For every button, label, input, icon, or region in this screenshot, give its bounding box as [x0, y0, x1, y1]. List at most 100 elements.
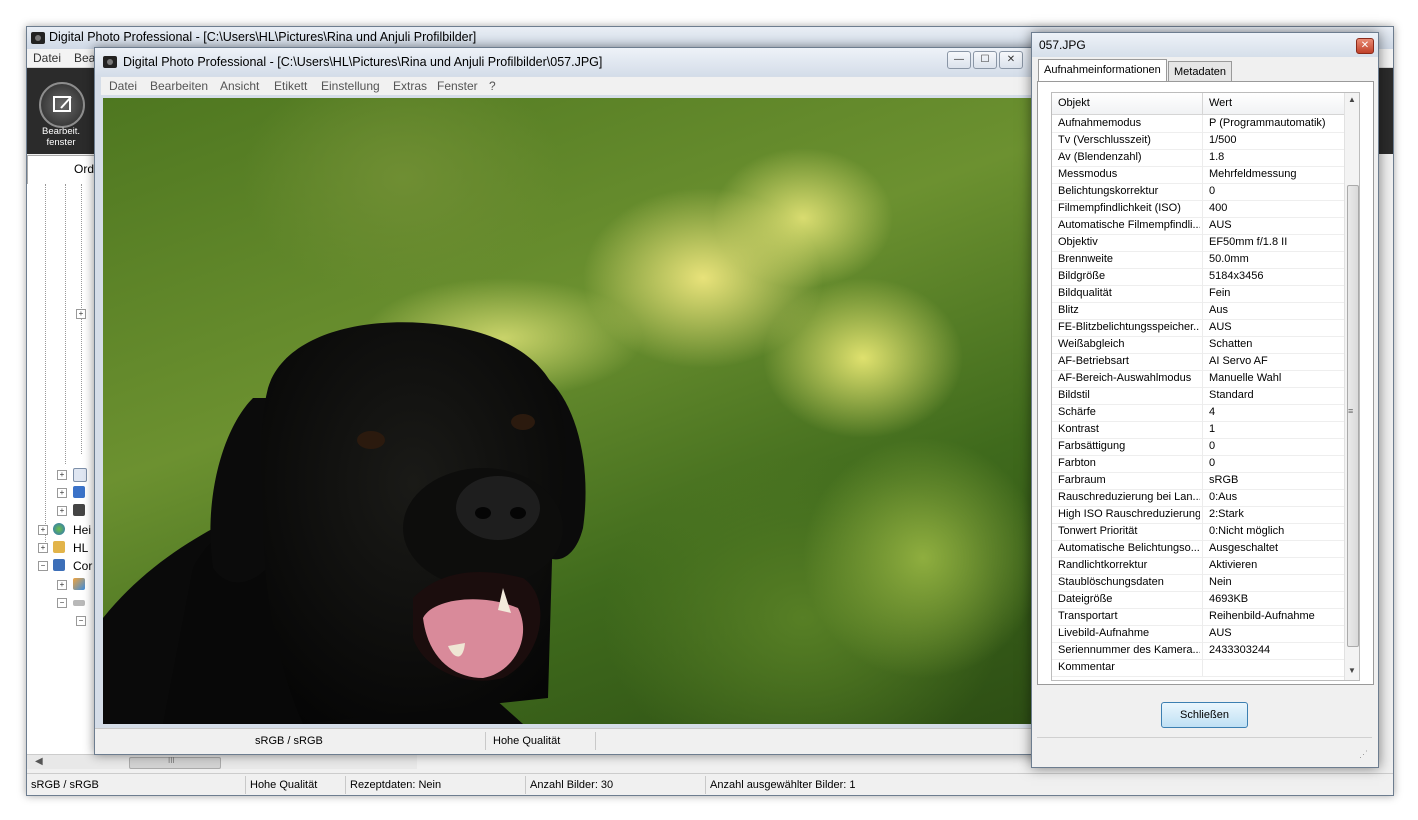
table-row[interactable]: Seriennummer des Kamera... 2433303244	[1052, 642, 1344, 660]
table-row[interactable]: Weißabgleich Schatten	[1052, 336, 1344, 354]
photo-preview[interactable]	[103, 98, 1033, 724]
table-row[interactable]: Rauschreduzierung bei Lan... 0:Aus	[1052, 489, 1344, 507]
row-value: Ausgeschaltet	[1209, 542, 1279, 554]
close-button[interactable]: ✕	[999, 51, 1023, 69]
tree-expand-toggle[interactable]: +	[57, 506, 67, 516]
minimize-button[interactable]: —	[947, 51, 971, 69]
menu-ansicht[interactable]: Ansicht	[220, 79, 259, 93]
maximize-button[interactable]: ☐	[973, 51, 997, 69]
table-row[interactable]: Automatische Belichtungso... Ausgeschalte…	[1052, 540, 1344, 558]
row-value: sRGB	[1209, 474, 1239, 486]
info-table-vscrollbar[interactable]: ▲ ≡ ▼	[1344, 93, 1359, 680]
column-separator	[1202, 608, 1203, 625]
row-key: Kontrast	[1058, 423, 1099, 435]
table-row[interactable]: Farbraum sRGB	[1052, 472, 1344, 490]
menu-etikett[interactable]: Etikett	[274, 79, 307, 93]
resize-grip-icon[interactable]: ⋰	[1359, 749, 1368, 760]
table-row[interactable]: AF-Betriebsart AI Servo AF	[1052, 353, 1344, 371]
table-row[interactable]: Schärfe 4	[1052, 404, 1344, 422]
vscroll-thumb[interactable]: ≡	[1347, 185, 1359, 647]
table-row[interactable]: Brennweite 50.0mm	[1052, 251, 1344, 269]
table-row[interactable]: Kommentar	[1052, 659, 1344, 677]
menu-bearbeiten[interactable]: Bearbeiten	[150, 79, 208, 93]
table-row[interactable]: Randlichtkorrektur Aktivieren	[1052, 557, 1344, 575]
tree-item-computer[interactable]: Cor	[73, 559, 92, 573]
tree-expand-toggle[interactable]: +	[57, 470, 67, 480]
tree-item-hl[interactable]: HL	[73, 541, 88, 555]
table-row[interactable]: Bildgröße 5184x3456	[1052, 268, 1344, 286]
image-window-title: Digital Photo Professional - [C:\Users\H…	[123, 55, 603, 69]
tree-expand-toggle[interactable]: +	[76, 309, 86, 319]
column-separator	[1202, 557, 1203, 574]
hscroll-thumb[interactable]: III	[129, 756, 221, 769]
tree-expand-toggle[interactable]: +	[57, 488, 67, 498]
menu-help[interactable]: ?	[489, 79, 496, 93]
table-row[interactable]: Aufnahmemodus P (Programmautomatik)	[1052, 115, 1344, 133]
row-key: Staublöschungsdaten	[1058, 576, 1164, 588]
scroll-down-arrow-icon[interactable]: ▼	[1348, 666, 1356, 675]
table-row[interactable]: Farbton 0	[1052, 455, 1344, 473]
scroll-up-arrow-icon[interactable]: ▲	[1348, 95, 1356, 104]
table-row[interactable]: Staublöschungsdaten Nein	[1052, 574, 1344, 592]
folder-tab[interactable]: Ordı	[27, 155, 104, 185]
table-row[interactable]: Tonwert Priorität 0:Nicht möglich	[1052, 523, 1344, 541]
table-row[interactable]: Transportart Reihenbild-Aufnahme	[1052, 608, 1344, 626]
tab-aufnahmeinformationen[interactable]: Aufnahmeinformationen	[1038, 59, 1167, 82]
table-row[interactable]: FE-Blitzbelichtungsspeicher... AUS	[1052, 319, 1344, 337]
table-row[interactable]: High ISO Rauschreduzierung 2:Stark	[1052, 506, 1344, 524]
table-row[interactable]: Farbsättigung 0	[1052, 438, 1344, 456]
table-row[interactable]: Belichtungskorrektur 0	[1052, 183, 1344, 201]
dialog-close-icon[interactable]: ✕	[1356, 38, 1374, 54]
menu-einstellung[interactable]: Einstellung	[321, 79, 380, 93]
table-row[interactable]: Bildqualität Fein	[1052, 285, 1344, 303]
tree-expand-toggle[interactable]: +	[38, 543, 48, 553]
table-row[interactable]: AF-Bereich-Auswahlmodus Manuelle Wahl	[1052, 370, 1344, 388]
row-key: FE-Blitzbelichtungsspeicher...	[1058, 321, 1200, 333]
tree-expand-toggle[interactable]: +	[38, 525, 48, 535]
status-color-space: sRGB / sRGB	[31, 779, 99, 791]
folder-tree-hscrollbar[interactable]: ◀ III	[27, 754, 417, 769]
column-header-wert[interactable]: Wert	[1209, 97, 1232, 109]
table-row[interactable]: Kontrast 1	[1052, 421, 1344, 439]
column-separator	[1202, 200, 1203, 217]
schliessen-button[interactable]: Schließen	[1161, 702, 1248, 728]
menu-datei[interactable]: Datei	[109, 79, 137, 93]
dialog-title-bar[interactable]: 057.JPG ✕	[1032, 33, 1378, 57]
menu-fenster[interactable]: Fenster	[437, 79, 478, 93]
tree-expand-toggle[interactable]: +	[57, 580, 67, 590]
row-value: 4693KB	[1209, 593, 1249, 605]
edit-window-button[interactable]	[39, 82, 85, 128]
table-row[interactable]: Blitz Aus	[1052, 302, 1344, 320]
row-key: Tonwert Priorität	[1058, 525, 1138, 537]
row-value: P (Programmautomatik)	[1209, 117, 1326, 129]
dog-photo-image	[103, 322, 586, 724]
table-row[interactable]: Tv (Verschlusszeit) 1/500	[1052, 132, 1344, 150]
column-header-objekt[interactable]: Objekt	[1058, 97, 1090, 109]
menu-extras[interactable]: Extras	[393, 79, 427, 93]
table-row[interactable]: Objektiv EF50mm f/1.8 II	[1052, 234, 1344, 252]
table-row[interactable]: Bildstil Standard	[1052, 387, 1344, 405]
column-separator[interactable]	[1202, 93, 1203, 114]
table-row[interactable]: Messmodus Mehrfeldmessung	[1052, 166, 1344, 184]
row-value: Aus	[1209, 304, 1228, 316]
image-title-bar[interactable]: Digital Photo Professional - [C:\Users\H…	[95, 48, 1039, 76]
tree-collapse-toggle[interactable]: −	[57, 598, 67, 608]
scroll-left-arrow-icon[interactable]: ◀	[35, 756, 43, 767]
table-row[interactable]: Livebild-Aufnahme AUS	[1052, 625, 1344, 643]
row-value: 1/500	[1209, 134, 1237, 146]
table-row[interactable]: Automatische Filmempfindli... AUS	[1052, 217, 1344, 235]
row-key: Brennweite	[1058, 253, 1114, 265]
row-value: Standard	[1209, 389, 1254, 401]
column-separator	[1202, 659, 1203, 676]
tree-collapse-toggle[interactable]: −	[76, 616, 86, 626]
table-row[interactable]: Av (Blendenzahl) 1.8	[1052, 149, 1344, 167]
table-row[interactable]: Dateigröße 4693KB	[1052, 591, 1344, 609]
table-row[interactable]: Filmempfindlichkeit (ISO) 400	[1052, 200, 1344, 218]
tree-collapse-toggle[interactable]: −	[38, 561, 48, 571]
row-value: Mehrfeldmessung	[1209, 168, 1297, 180]
main-menu-datei[interactable]: Datei	[33, 51, 61, 65]
tab-metadaten[interactable]: Metadaten	[1168, 61, 1232, 82]
row-key: Filmempfindlichkeit (ISO)	[1058, 202, 1181, 214]
tree-item-homegroup[interactable]: Hei	[73, 523, 91, 537]
main-menu-bearbeiten[interactable]: Bea	[74, 51, 95, 65]
